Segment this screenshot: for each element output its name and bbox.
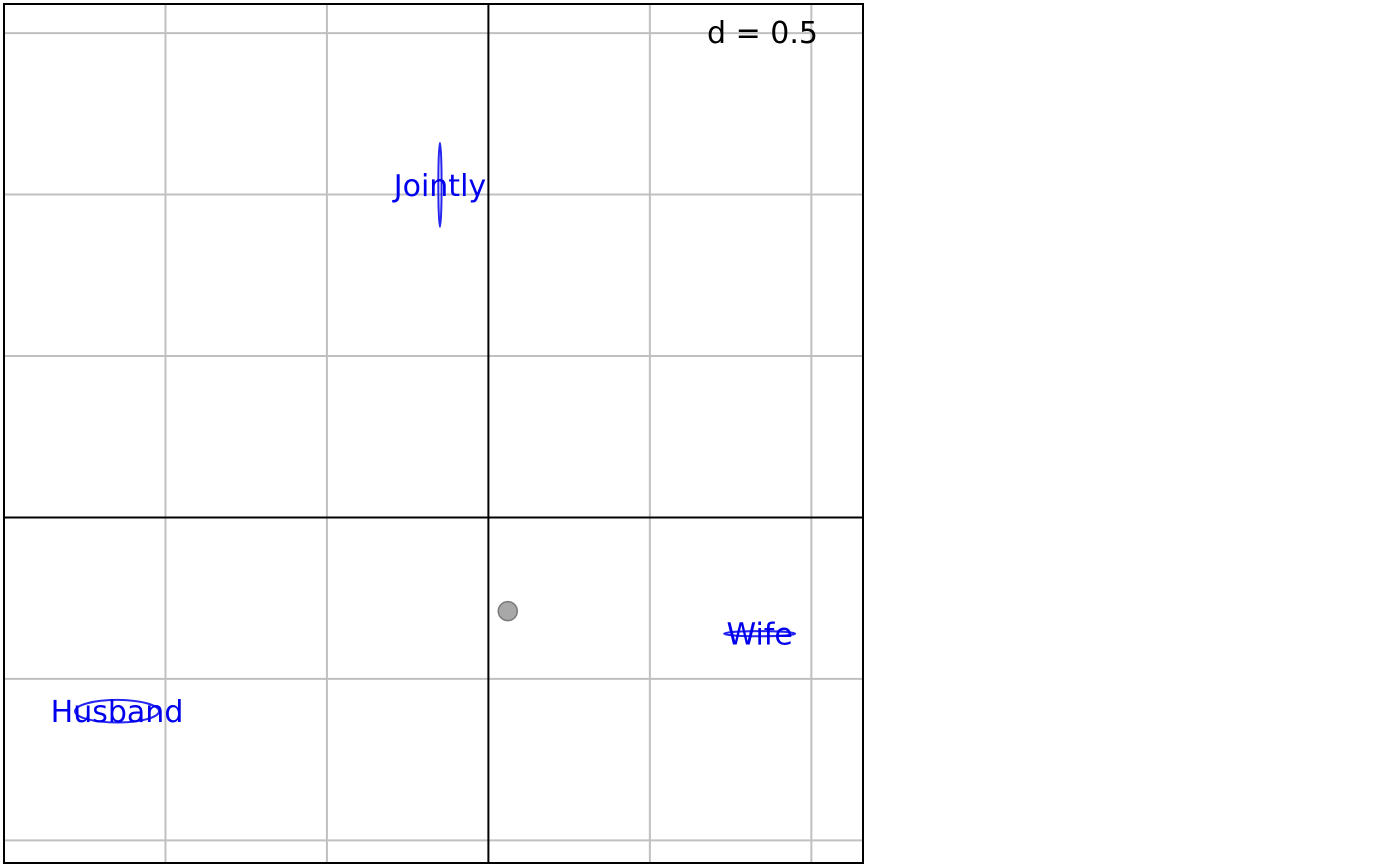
- centroid-marker: [497, 600, 519, 622]
- category-labels: Jointly Wife Husband: [51, 169, 793, 730]
- plot-frame: [3, 3, 864, 864]
- grid-lines: [3, 4, 863, 863]
- origin-axes: [4, 4, 863, 863]
- point-label-jointly: Jointly: [392, 169, 486, 204]
- centroid-point: [497, 600, 519, 622]
- factor-map: Jointly Wife Husband d = 0.5: [3, 3, 864, 864]
- confidence-ellipses: [74, 141, 797, 724]
- grid-scale-label: d = 0.5: [707, 16, 818, 51]
- point-label-husband: Husband: [51, 695, 184, 730]
- point-label-wife: Wife: [726, 618, 792, 653]
